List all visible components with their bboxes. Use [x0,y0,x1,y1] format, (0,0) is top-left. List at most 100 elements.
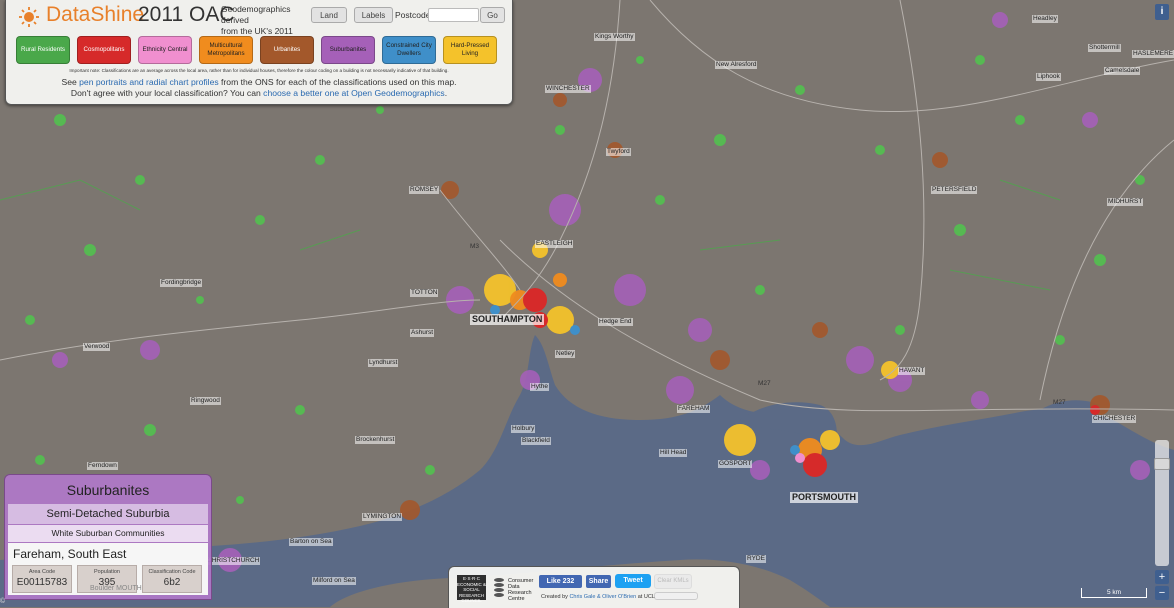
place-label: Blackfield [521,437,551,445]
disagree-prefix: Don't agree with your local classificati… [70,88,264,98]
credit-suffix: at UCL [636,594,655,600]
place-label: Hedge End [598,318,633,326]
zoom-out-button[interactable]: − [1155,586,1169,600]
credit-names-link[interactable]: Chris Gale & Oliver O'Brien [569,594,636,600]
open-geodemographics-link[interactable]: choose a better one at Open Geodemograph… [263,88,445,98]
important-note: Important note: Classifications are an a… [69,68,449,73]
see-line: See pen portraits and radial chart profi… [6,77,512,87]
place-label: Ferndown [87,462,118,470]
cdrc-logo-icon[interactable] [493,577,505,599]
see-suffix: from the ONS for each of the classificat… [218,77,457,87]
category-label: Multicultural Metropolitans [207,42,245,57]
cdrc-label: Consumer Data Research Centre [508,578,534,602]
place-label: Kings Worthy [594,33,635,41]
category-label: Hard-Pressed Living [450,42,490,57]
place-label: Liphook [1036,73,1061,81]
place-label: LYMINGTON [362,513,403,521]
place-label: HAVANT [898,367,926,375]
info-icon[interactable]: i [1155,4,1169,20]
category-multicultural-metropolitans[interactable]: Multicultural Metropolitans [199,36,253,64]
category-label: Constrained City Dwellers [386,42,432,57]
place-label: Fordingbridge [160,279,203,287]
place-label: Lyndhurst [368,359,399,367]
category-suburbanites[interactable]: Suburbanites [321,36,375,64]
land-button[interactable]: Land [311,7,347,23]
area-code-box: Area Code E00115783 [12,565,72,593]
brand-desc-line1: Geodemographics derived [221,4,291,25]
population-label: Population [94,569,120,575]
place-label: Hill Head [659,449,688,457]
category-label: Suburbanites [329,46,367,53]
classification-code-box: Classification Code 6b2 [142,565,202,593]
category-cosmopolitans[interactable]: Cosmopolitans [77,36,131,64]
area-place-name: Fareham, South East [13,547,127,561]
disagree-suffix: . [444,88,448,98]
place-label: Netley [555,350,576,358]
place-label: Hythe [530,383,549,391]
place-label: RYDE [746,555,766,563]
place-label: TOTTON [410,289,439,297]
attribution[interactable]: © [0,598,5,605]
sun-logo-icon [19,7,39,27]
zoom-in-button[interactable]: + [1155,570,1169,584]
place-label: SOUTHAMPTON [470,314,545,325]
place-label: Milford on Sea [312,577,356,585]
place-label: Barton on Sea [289,538,333,546]
esrc-logo[interactable]: E·S·R·C ECONOMIC & SOCIAL RESEARCH COUNC… [457,575,486,603]
road-label: M27 [758,380,771,387]
area-code-label: Area Code [28,569,56,575]
category-constrained-city-dwellers[interactable]: Constrained City Dwellers [382,36,436,64]
place-label: Ringwood [190,397,221,405]
place-label: Twyford [606,148,631,156]
place-label: PETERSFIELD [931,186,978,194]
place-label: EASTLEIGH [535,240,574,248]
place-label: Headley [1032,15,1058,23]
area-code-value: E00115783 [16,577,68,588]
see-prefix: See [61,77,80,87]
place-label: WINCHESTER [545,85,591,93]
place-label: New Alresford [715,61,758,69]
place-label: Brockenhurst [355,436,396,444]
classification-code-value: 6b2 [163,577,181,588]
labels-button[interactable]: Labels [354,7,393,23]
category-rural-residents[interactable]: Rural Residents [16,36,70,64]
place-label: Camelsdale [1104,67,1141,75]
place-label: Verwood [83,343,111,351]
place-label: Holbury [511,425,536,433]
place-label: PORTSMOUTH [790,492,858,503]
brand-name: DataShine [46,3,145,26]
header-panel: DataShine 2011 OAC Geodemographics deriv… [5,0,513,105]
place-label: Ashurst [410,329,435,337]
go-button[interactable]: Go [480,7,505,23]
zoom-slider-handle[interactable] [1154,458,1170,470]
category-hard-pressed-living[interactable]: Hard-Pressed Living [443,36,497,64]
supergroup-title: Suburbanites [66,482,150,498]
facebook-like-button[interactable]: Like 232 [539,575,582,588]
road-label: M3 [470,243,480,250]
place-label: CHICHESTER [1092,415,1137,423]
facebook-share-button[interactable]: Share [586,575,611,588]
postcode-input[interactable] [428,8,479,22]
place-label: Shottermill [1088,44,1121,52]
tweet-button[interactable]: Tweet [615,574,651,588]
footer-panel: E·S·R·C ECONOMIC & SOCIAL RESEARCH COUNC… [448,566,740,608]
category-label: Cosmopolitans [83,46,125,53]
pen-portraits-link[interactable]: pen portraits and radial chart profiles [79,77,219,87]
credit-line: Created by Chris Gale & Oliver O'Brien a… [541,594,655,600]
place-label: ROMSEY [409,186,440,194]
disagree-line: Don't agree with your local classificati… [6,88,512,98]
opacity-slider[interactable] [654,592,698,600]
scale-bar: 5 km [1081,588,1147,598]
road-label: M27 [1053,399,1066,406]
classification-info-panel: Suburbanites Semi-Detached Suburbia Whit… [4,474,212,600]
clear-kmls-button[interactable]: Clear KMLs [654,574,692,589]
category-label: Rural Residents [20,46,66,53]
credit-prefix: Created by [541,594,570,600]
group-label: Semi-Detached Suburbia [8,504,208,524]
place-label: CHRISTCHURCH [206,557,261,565]
category-ethnicity-central[interactable]: Ethnicity Central [138,36,192,64]
faded-map-label: Boulder MOUTH [90,585,142,592]
place-label: HASLEMERE [1132,50,1174,58]
category-label: Ethnicity Central [142,46,188,53]
category-urbanites[interactable]: Urbanites [260,36,314,64]
